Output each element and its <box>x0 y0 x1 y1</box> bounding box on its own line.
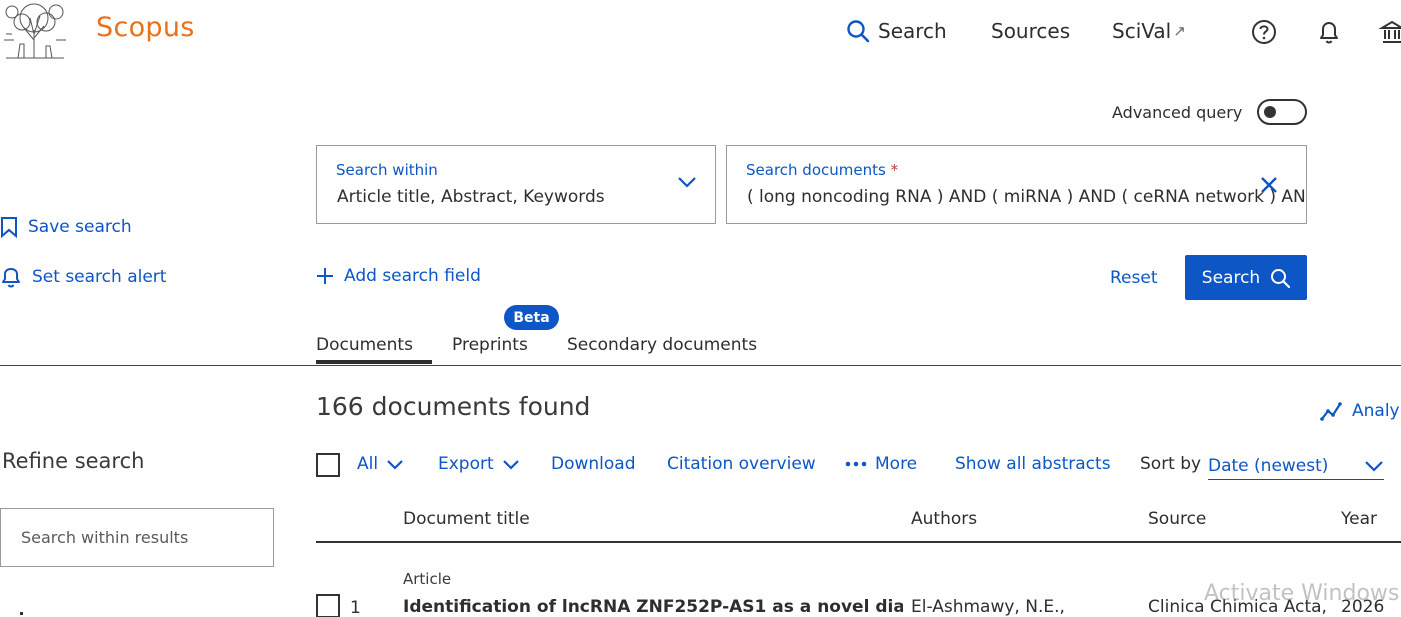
row-number: 1 <box>350 598 361 617</box>
search-documents-field[interactable]: Search documents * ( long noncoding RNA … <box>726 145 1307 224</box>
trend-chart-icon <box>1320 402 1342 421</box>
analyze-results-label: Analy <box>1352 401 1400 421</box>
required-mark: * <box>890 161 899 179</box>
more-dots-icon <box>845 461 867 467</box>
elsevier-tree-logo[interactable] <box>0 0 70 62</box>
nav-search-label: Search <box>878 19 947 43</box>
search-within-label: Search within <box>336 161 438 179</box>
add-search-field-button[interactable]: Add search field <box>316 266 481 286</box>
chevron-down-icon <box>677 176 697 188</box>
search-button-label: Search <box>1201 267 1261 288</box>
reset-button[interactable]: Reset <box>1110 268 1158 288</box>
set-search-alert-label: Set search alert <box>32 267 167 287</box>
download-link[interactable]: Download <box>551 454 636 474</box>
active-tab-indicator <box>316 360 432 364</box>
more-menu[interactable]: More <box>845 454 917 474</box>
search-within-results-input[interactable] <box>0 508 274 567</box>
table-header-divider <box>316 541 1401 543</box>
activate-windows-watermark: Activate Windows <box>1204 581 1400 606</box>
search-documents-value: ( long noncoding RNA ) AND ( miRNA ) AND… <box>747 187 1307 207</box>
scopus-brand[interactable]: Scopus <box>96 12 195 43</box>
search-documents-label: Search documents <box>746 161 886 179</box>
sort-by-select[interactable]: Date (newest) <box>1208 452 1384 480</box>
set-search-alert-link[interactable]: Set search alert <box>0 266 166 288</box>
citation-overview-link[interactable]: Citation overview <box>667 454 816 474</box>
chevron-down-icon <box>502 459 519 470</box>
nav-sources[interactable]: Sources <box>991 19 1070 43</box>
nav-sources-label: Sources <box>991 19 1071 43</box>
advanced-query-toggle[interactable] <box>1257 99 1307 125</box>
nav-scival-label: SciVal <box>1112 19 1172 43</box>
analyze-results-link[interactable]: Analy <box>1320 401 1400 421</box>
bookmark-icon <box>1 217 17 238</box>
sort-by-label: Sort by <box>1140 454 1202 474</box>
refine-search-title: Refine search <box>2 449 145 473</box>
sort-by-value: Date (newest) <box>1208 455 1329 476</box>
search-within-value: Article title, Abstract, Keywords <box>337 187 605 207</box>
save-search-link[interactable]: Save search <box>0 216 132 238</box>
plus-icon <box>317 268 333 284</box>
search-documents-label-wrap: Search documents * <box>746 161 898 179</box>
help-icon[interactable] <box>1250 18 1278 46</box>
select-all-dropdown[interactable]: All <box>357 454 404 474</box>
column-header-document-title: Document title <box>403 509 530 529</box>
chevron-down-icon <box>1365 460 1383 472</box>
export-dropdown[interactable]: Export <box>438 454 520 474</box>
search-icon <box>1271 268 1291 288</box>
bell-icon <box>2 268 20 288</box>
tab-documents[interactable]: Documents <box>316 335 413 355</box>
bell-icon[interactable] <box>1315 18 1343 46</box>
partial-element <box>20 612 23 615</box>
column-header-authors: Authors <box>911 509 978 529</box>
institution-icon[interactable] <box>1378 18 1401 46</box>
nav-scival[interactable]: SciVal ↗ <box>1112 19 1186 43</box>
save-search-label: Save search <box>28 217 132 237</box>
external-link-icon: ↗ <box>1173 22 1186 40</box>
nav-search[interactable]: Search <box>846 19 947 43</box>
tab-preprints[interactable]: Preprints <box>452 335 528 355</box>
search-icon <box>847 20 870 43</box>
select-all-label: All <box>357 454 379 474</box>
column-header-source: Source <box>1148 509 1207 529</box>
clear-icon[interactable] <box>1260 176 1278 194</box>
tabs-divider <box>0 365 1401 366</box>
export-label: Export <box>438 454 494 474</box>
search-within-select[interactable]: Search within Article title, Abstract, K… <box>316 145 716 224</box>
column-header-year: Year <box>1341 509 1377 529</box>
document-title-link[interactable]: Identification of lncRNA ZNF252P-AS1 as … <box>403 597 903 617</box>
search-button[interactable]: Search <box>1185 255 1307 300</box>
document-type: Article <box>403 570 452 588</box>
beta-badge: Beta <box>504 305 559 330</box>
document-authors[interactable]: El-Ashmawy, N.E., <box>911 597 1065 617</box>
advanced-query-label: Advanced query <box>1112 103 1243 122</box>
results-count: 166 documents found <box>316 392 591 421</box>
chevron-down-icon <box>387 459 403 470</box>
row-checkbox[interactable] <box>316 594 340 617</box>
add-search-field-label: Add search field <box>344 266 481 286</box>
select-all-checkbox[interactable] <box>316 453 340 477</box>
more-label: More <box>875 454 918 474</box>
tab-secondary-documents[interactable]: Secondary documents <box>567 335 757 355</box>
show-all-abstracts-link[interactable]: Show all abstracts <box>955 454 1111 474</box>
